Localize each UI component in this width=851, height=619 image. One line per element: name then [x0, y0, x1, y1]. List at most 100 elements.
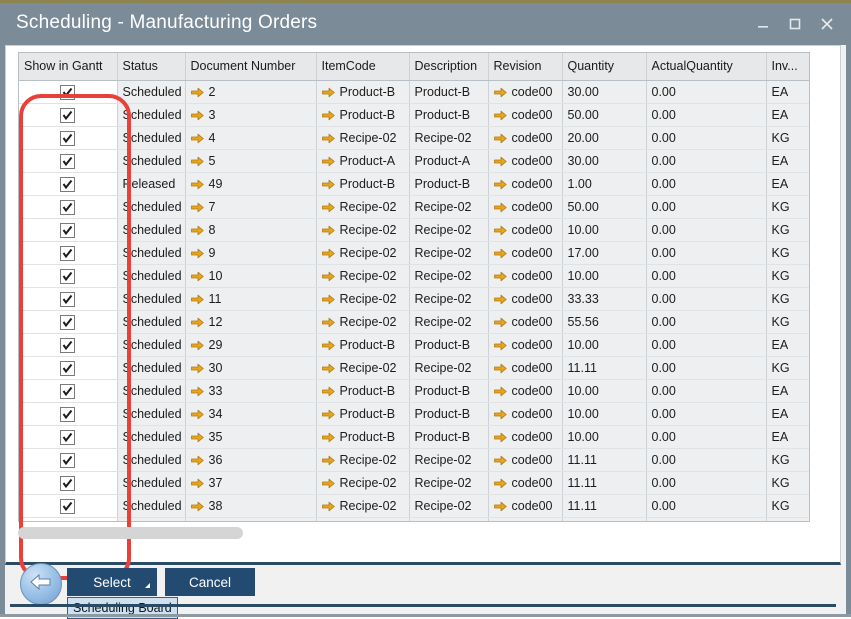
cell-revision[interactable]: code00	[488, 265, 562, 288]
cell-show-in-gantt[interactable]	[19, 380, 117, 403]
cell-itemcode[interactable]: Recipe-02	[316, 196, 409, 219]
cell-itemcode[interactable]: Recipe-02	[316, 265, 409, 288]
cell-document-number[interactable]: 4	[185, 127, 316, 150]
table-row[interactable]: Scheduled11Recipe-02Recipe-02code0033.33…	[19, 288, 810, 311]
cell-itemcode[interactable]: Recipe-02	[316, 449, 409, 472]
row-checkbox[interactable]	[60, 430, 75, 445]
cell-itemcode[interactable]: Recipe-02	[316, 242, 409, 265]
table-row[interactable]: Scheduled33Product-BProduct-Bcode0010.00…	[19, 380, 810, 403]
cell-show-in-gantt[interactable]	[19, 265, 117, 288]
cell-show-in-gantt[interactable]	[19, 288, 117, 311]
cell-show-in-gantt[interactable]	[19, 242, 117, 265]
cell-show-in-gantt[interactable]	[19, 449, 117, 472]
maximize-button[interactable]	[779, 3, 811, 45]
select-button[interactable]: Select	[67, 568, 157, 596]
cell-show-in-gantt[interactable]	[19, 472, 117, 495]
table-row[interactable]: Scheduled38Recipe-02Recipe-02code0011.11…	[19, 495, 810, 518]
cell-itemcode[interactable]: Recipe-02	[316, 472, 409, 495]
cell-revision[interactable]: code00	[488, 311, 562, 334]
cell-itemcode[interactable]: Recipe-02	[316, 357, 409, 380]
chevron-down-icon[interactable]	[143, 577, 151, 592]
table-row[interactable]: Scheduled12Recipe-02Recipe-02code0055.56…	[19, 311, 810, 334]
table-row[interactable]: Scheduled34Product-BProduct-Bcode0010.00…	[19, 403, 810, 426]
cell-show-in-gantt[interactable]	[19, 403, 117, 426]
cell-show-in-gantt[interactable]	[19, 311, 117, 334]
row-checkbox[interactable]	[60, 476, 75, 491]
cell-revision[interactable]: code00	[488, 242, 562, 265]
table-row[interactable]: Scheduled37Recipe-02Recipe-02code0011.11…	[19, 472, 810, 495]
cell-document-number[interactable]: 6	[185, 518, 316, 523]
table-row[interactable]: Scheduled10Recipe-02Recipe-02code0010.00…	[19, 265, 810, 288]
row-checkbox[interactable]	[60, 223, 75, 238]
row-checkbox[interactable]	[60, 154, 75, 169]
cell-itemcode[interactable]: Recipe-02	[316, 127, 409, 150]
cell-show-in-gantt[interactable]	[19, 104, 117, 127]
table-row[interactable]: Scheduled7Recipe-02Recipe-02code0050.000…	[19, 196, 810, 219]
cell-document-number[interactable]: 30	[185, 357, 316, 380]
cell-itemcode[interactable]: Recipe-02	[316, 495, 409, 518]
column-header-revision[interactable]: Revision	[488, 53, 562, 81]
row-checkbox[interactable]	[60, 499, 75, 514]
cell-itemcode[interactable]: Product-B	[316, 403, 409, 426]
cell-revision[interactable]: code00	[488, 518, 562, 523]
row-checkbox[interactable]	[60, 361, 75, 376]
cell-show-in-gantt[interactable]	[19, 426, 117, 449]
manufacturing-orders-grid[interactable]: Show in Gantt Status Document Number Ite…	[18, 52, 810, 522]
table-row[interactable]: Scheduled3Product-BProduct-Bcode0050.000…	[19, 104, 810, 127]
column-header-actual-quantity[interactable]: ActualQuantity	[646, 53, 766, 81]
cell-revision[interactable]: code00	[488, 288, 562, 311]
cell-itemcode[interactable]: Product-B	[316, 426, 409, 449]
minimize-button[interactable]	[747, 3, 779, 45]
cell-document-number[interactable]: 34	[185, 403, 316, 426]
table-row[interactable]: Scheduled30Recipe-02Recipe-02code0011.11…	[19, 357, 810, 380]
column-header-itemcode[interactable]: ItemCode	[316, 53, 409, 81]
cell-show-in-gantt[interactable]	[19, 334, 117, 357]
cell-document-number[interactable]: 10	[185, 265, 316, 288]
column-header-document-number[interactable]: Document Number	[185, 53, 316, 81]
cell-show-in-gantt[interactable]	[19, 127, 117, 150]
cell-show-in-gantt[interactable]	[19, 81, 117, 104]
column-header-show-in-gantt[interactable]: Show in Gantt	[19, 53, 117, 81]
cell-revision[interactable]: code00	[488, 196, 562, 219]
cell-itemcode[interactable]: Recipe-02	[316, 219, 409, 242]
column-header-description[interactable]: Description	[409, 53, 488, 81]
row-checkbox[interactable]	[60, 292, 75, 307]
cell-revision[interactable]: code00	[488, 104, 562, 127]
cell-document-number[interactable]: 33	[185, 380, 316, 403]
column-header-status[interactable]: Status	[117, 53, 185, 81]
row-checkbox[interactable]	[60, 131, 75, 146]
back-button[interactable]	[20, 563, 62, 605]
cell-itemcode[interactable]: Recipe-02	[316, 311, 409, 334]
cell-itemcode[interactable]: Recipe-02	[316, 288, 409, 311]
cell-revision[interactable]: code00	[488, 81, 562, 104]
column-header-quantity[interactable]: Quantity	[562, 53, 646, 81]
horizontal-scrollbar[interactable]	[18, 527, 243, 539]
cell-document-number[interactable]: 9	[185, 242, 316, 265]
table-row[interactable]: Scheduled4Recipe-02Recipe-02code0020.000…	[19, 127, 810, 150]
cell-revision[interactable]: code00	[488, 219, 562, 242]
cell-revision[interactable]: code00	[488, 495, 562, 518]
cell-show-in-gantt[interactable]	[19, 518, 117, 523]
cell-revision[interactable]: code00	[488, 334, 562, 357]
cell-revision[interactable]: code00	[488, 127, 562, 150]
cell-document-number[interactable]: 38	[185, 495, 316, 518]
row-checkbox[interactable]	[60, 384, 75, 399]
table-row[interactable]: Released49Product-BProduct-Bcode001.000.…	[19, 173, 810, 196]
cell-document-number[interactable]: 2	[185, 81, 316, 104]
cell-document-number[interactable]: 7	[185, 196, 316, 219]
cell-show-in-gantt[interactable]	[19, 219, 117, 242]
row-checkbox[interactable]	[60, 108, 75, 123]
row-checkbox[interactable]	[60, 177, 75, 192]
cell-itemcode[interactable]: Product-B	[316, 334, 409, 357]
cancel-button[interactable]: Cancel	[165, 568, 255, 596]
cell-itemcode[interactable]: Product-B	[316, 380, 409, 403]
cell-show-in-gantt[interactable]	[19, 173, 117, 196]
cell-show-in-gantt[interactable]	[19, 495, 117, 518]
cell-itemcode[interactable]: Recipe-02	[316, 518, 409, 523]
cell-document-number[interactable]: 3	[185, 104, 316, 127]
row-checkbox[interactable]	[60, 453, 75, 468]
cell-revision[interactable]: code00	[488, 449, 562, 472]
cell-document-number[interactable]: 8	[185, 219, 316, 242]
cell-document-number[interactable]: 49	[185, 173, 316, 196]
cell-revision[interactable]: code00	[488, 150, 562, 173]
